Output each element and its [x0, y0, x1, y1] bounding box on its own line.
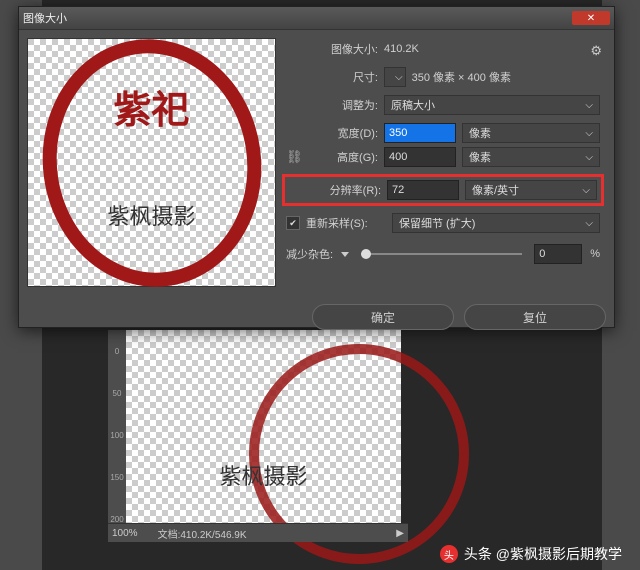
fit-to-label: 调整为: [286, 97, 378, 113]
cancel-button[interactable]: 复位 [464, 304, 606, 330]
resolution-highlight: 分辨率(R): 像素/英寸 [282, 174, 604, 206]
height-unit-dropdown[interactable]: 像素 [462, 147, 600, 167]
resample-checkbox[interactable]: ✔ [286, 216, 300, 230]
height-label: 高度(G): [306, 149, 378, 165]
width-input[interactable] [384, 123, 456, 143]
link-icon[interactable]: ⛓ [286, 149, 300, 165]
noise-input[interactable] [534, 244, 582, 264]
width-unit-dropdown[interactable]: 像素 [462, 123, 600, 143]
noise-unit: % [590, 248, 600, 260]
doc-size: 文档:410.2K/546.9K [158, 526, 247, 541]
resample-dropdown[interactable]: 保留细节 (扩大) [392, 213, 600, 233]
resample-label: 重新采样(S): [306, 215, 386, 231]
gear-icon[interactable]: ⚙ [590, 43, 602, 59]
width-label: 宽度(D): [306, 125, 378, 141]
dimensions-value: 350 像素 × 400 像素 [412, 69, 511, 85]
height-input[interactable] [384, 147, 456, 167]
noise-slider[interactable] [361, 253, 522, 255]
ruler-vertical: 0 50 100 150 200 [108, 330, 127, 540]
resolution-unit-dropdown[interactable]: 像素/英寸 [465, 180, 597, 200]
dimensions-label: 尺寸: [286, 69, 378, 85]
preview-panel[interactable]: 紫祀 紫枫摄影 [27, 38, 276, 287]
image-size-label: 图像大小: [286, 41, 378, 57]
image-size-dialog: 图像大小 ✕ 紫祀 紫枫摄影 ⚙ 图像大小: 410.2K 尺寸: 350 像素… [18, 6, 615, 328]
preview-logo-chars: 紫祀 [113, 79, 189, 134]
dimensions-menu[interactable] [384, 67, 406, 87]
zoom-level[interactable]: 100% [112, 528, 138, 539]
credit-watermark: 头 头条 @紫枫摄影后期教学 [440, 544, 622, 564]
status-bar: 100% 文档:410.2K/546.9K ▶ [108, 523, 408, 542]
triangle-icon [341, 252, 349, 257]
image-size-value: 410.2K [384, 43, 419, 55]
resolution-input[interactable] [387, 180, 459, 200]
preview-logo-text: 紫枫摄影 [107, 199, 195, 231]
noise-label: 减少杂色: [286, 246, 333, 262]
ok-button[interactable]: 确定 [312, 304, 454, 330]
dialog-title: 图像大小 [23, 10, 67, 26]
dialog-titlebar[interactable]: 图像大小 ✕ [19, 7, 614, 30]
resolution-label: 分辨率(R): [289, 182, 381, 198]
toutiao-icon: 头 [440, 545, 458, 563]
document-canvas[interactable]: 紫枫摄影 [126, 330, 401, 530]
fit-to-dropdown[interactable]: 原稿大小 [384, 95, 600, 115]
canvas-logo-text: 紫枫摄影 [219, 459, 307, 491]
close-button[interactable]: ✕ [572, 11, 610, 25]
